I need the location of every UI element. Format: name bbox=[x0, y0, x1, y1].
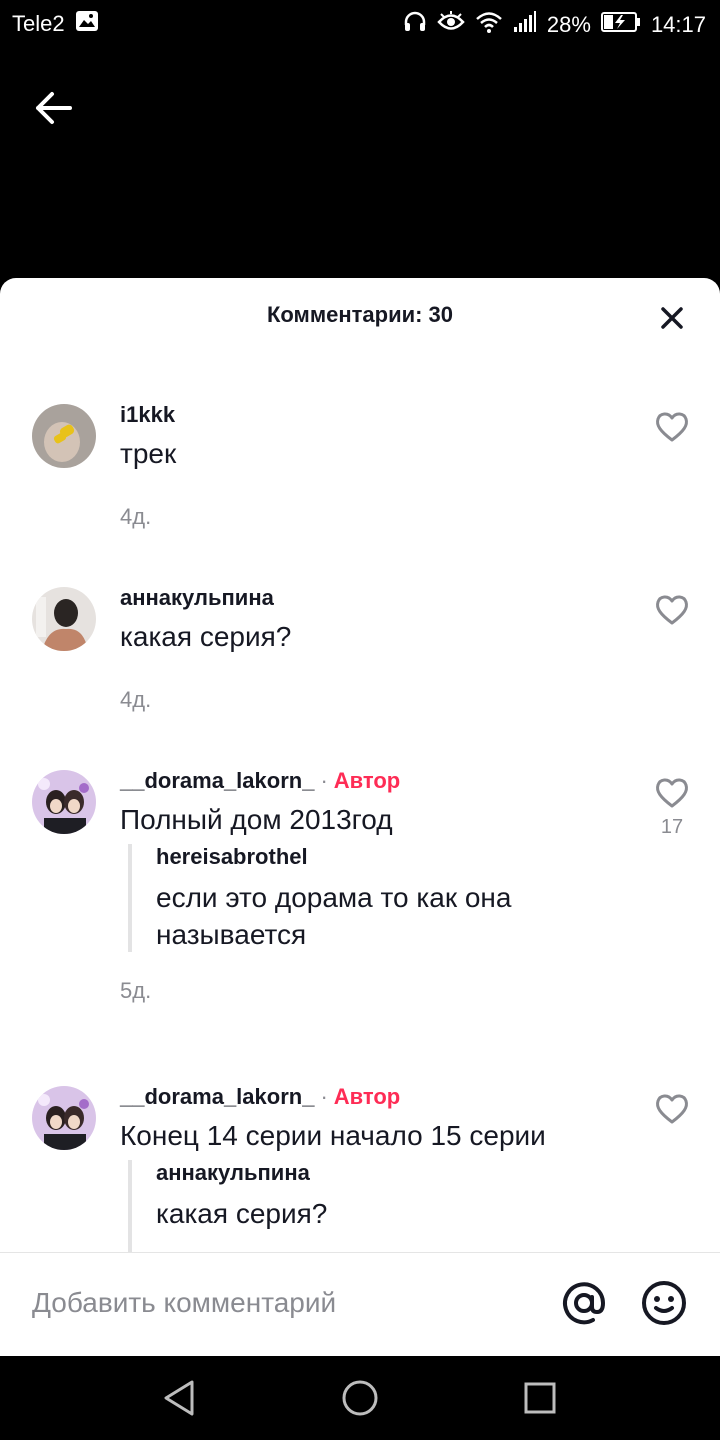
like-count: 17 bbox=[660, 816, 684, 838]
separator-dot: · bbox=[320, 768, 328, 793]
carrier-label: Tele2 bbox=[12, 11, 65, 36]
heart-icon[interactable] bbox=[654, 1092, 690, 1126]
signal-icon bbox=[513, 11, 537, 39]
back-arrow-icon[interactable] bbox=[30, 88, 80, 128]
headphones-icon bbox=[403, 10, 427, 40]
comment-item: аннакульпина какая серия? 4д. bbox=[0, 561, 720, 741]
heart-icon[interactable] bbox=[654, 776, 690, 810]
comment-username[interactable]: __dorama_lakorn_ bbox=[120, 1084, 314, 1109]
comment-time: 4д. bbox=[120, 687, 152, 712]
comment-username-row: __dorama_lakorn_ · Автор bbox=[120, 768, 400, 794]
quote-text: если это дорама то как она называется bbox=[156, 882, 512, 950]
comment-input[interactable]: Добавить комментарий bbox=[32, 1287, 336, 1319]
avatar[interactable] bbox=[32, 587, 96, 651]
comment-input-bar: Добавить комментарий bbox=[0, 1252, 720, 1356]
comment-username[interactable]: __dorama_lakorn_ bbox=[120, 768, 314, 793]
mention-at-icon[interactable] bbox=[560, 1279, 608, 1327]
comment-username-row: __dorama_lakorn_ · Автор bbox=[120, 1084, 400, 1110]
comment-time: 5д. bbox=[120, 978, 152, 1003]
comment-username[interactable]: i1kkk bbox=[120, 402, 175, 428]
comment-username[interactable]: аннакульпина bbox=[120, 585, 274, 611]
heart-icon[interactable] bbox=[654, 410, 690, 444]
heart-icon[interactable] bbox=[654, 593, 690, 627]
quote-username[interactable]: hereisabrothel bbox=[156, 844, 308, 870]
eye-icon bbox=[437, 11, 465, 39]
quote-text: какая серия? bbox=[156, 1198, 328, 1229]
quote-bar bbox=[128, 844, 132, 952]
comment-text: Полный дом 2013год bbox=[120, 804, 393, 835]
comment-item: i1kkk трек 4д. bbox=[0, 378, 720, 558]
clock: 14:17 bbox=[650, 12, 706, 37]
comment-text: трек bbox=[120, 438, 177, 469]
comment-text: какая серия? bbox=[120, 621, 292, 652]
close-icon[interactable] bbox=[658, 304, 686, 332]
comments-title: Комментарии: 30 bbox=[266, 302, 454, 327]
quote-bar bbox=[128, 1160, 132, 1252]
nav-back-icon[interactable] bbox=[158, 1376, 202, 1420]
nav-recents-icon[interactable] bbox=[518, 1376, 562, 1420]
avatar[interactable] bbox=[32, 1086, 96, 1150]
nav-home-icon[interactable] bbox=[338, 1376, 382, 1420]
avatar[interactable] bbox=[32, 404, 96, 468]
gallery-notification-icon bbox=[75, 10, 99, 38]
emoji-icon[interactable] bbox=[640, 1279, 688, 1327]
comment-time: 4д. bbox=[120, 504, 152, 529]
quote-username[interactable]: аннакульпина bbox=[156, 1160, 310, 1186]
comment-text: Конец 14 серии начало 15 серии bbox=[120, 1120, 546, 1151]
author-badge: Автор bbox=[333, 1084, 401, 1109]
avatar[interactable] bbox=[32, 770, 96, 834]
video-background bbox=[0, 50, 720, 278]
battery-icon bbox=[600, 11, 641, 39]
comments-list[interactable]: i1kkk трек 4д. аннакульпина какая серия?… bbox=[0, 378, 720, 1252]
author-badge: Автор bbox=[333, 768, 401, 793]
battery-percent: 28% bbox=[546, 12, 591, 37]
comment-item: __dorama_lakorn_ · Автор Полный дом 2013го… bbox=[0, 744, 720, 1054]
comment-item: __dorama_lakorn_ · Автор Конец 14 серии на… bbox=[0, 1060, 720, 1252]
status-bar: Tele2 28% 14:17 bbox=[0, 0, 720, 50]
separator-dot: · bbox=[320, 1084, 328, 1109]
wifi-icon bbox=[475, 11, 503, 39]
system-nav-bar bbox=[0, 1356, 720, 1440]
comments-sheet: Комментарии: 30 i1kkk трек 4д. аннакульп… bbox=[0, 278, 720, 1356]
